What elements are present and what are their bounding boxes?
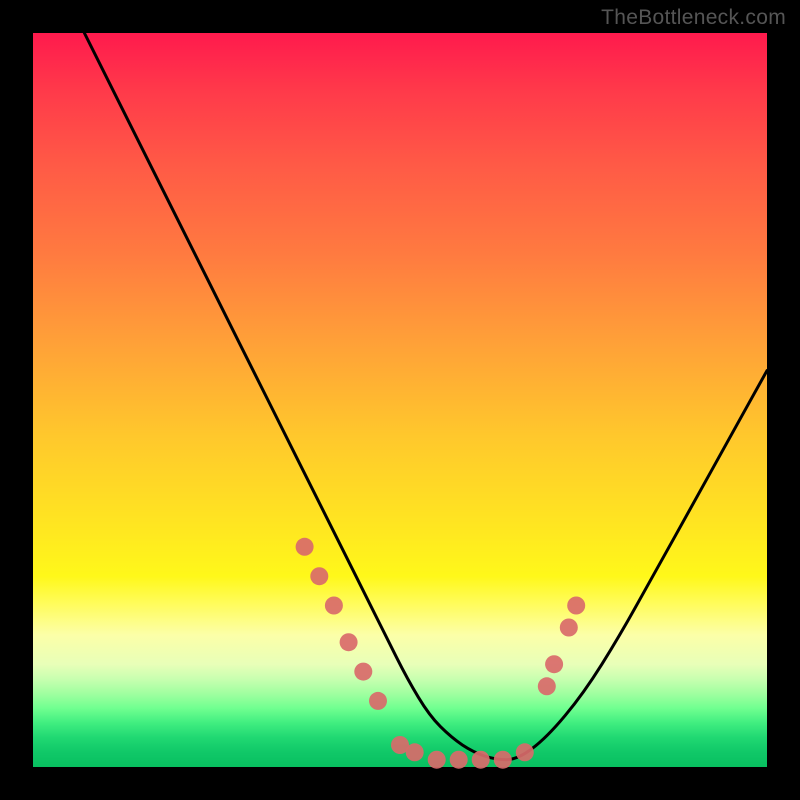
data-marker <box>545 655 563 673</box>
data-marker <box>494 751 512 769</box>
data-marker <box>428 751 446 769</box>
data-marker <box>538 677 556 695</box>
data-marker <box>296 538 314 556</box>
marker-group <box>296 538 586 769</box>
data-marker <box>567 597 585 615</box>
curve-line <box>84 33 767 760</box>
chart-plot-area <box>33 33 767 767</box>
data-marker <box>406 743 424 761</box>
data-marker <box>472 751 490 769</box>
data-marker <box>325 597 343 615</box>
data-marker <box>340 633 358 651</box>
bottleneck-curve-svg <box>33 33 767 767</box>
data-marker <box>369 692 387 710</box>
black-frame: TheBottleneck.com <box>0 0 800 800</box>
data-marker <box>516 743 534 761</box>
data-marker <box>354 663 372 681</box>
data-marker <box>310 567 328 585</box>
watermark-text: TheBottleneck.com <box>601 6 786 30</box>
curve-path <box>84 33 767 760</box>
data-marker <box>450 751 468 769</box>
data-marker <box>560 619 578 637</box>
